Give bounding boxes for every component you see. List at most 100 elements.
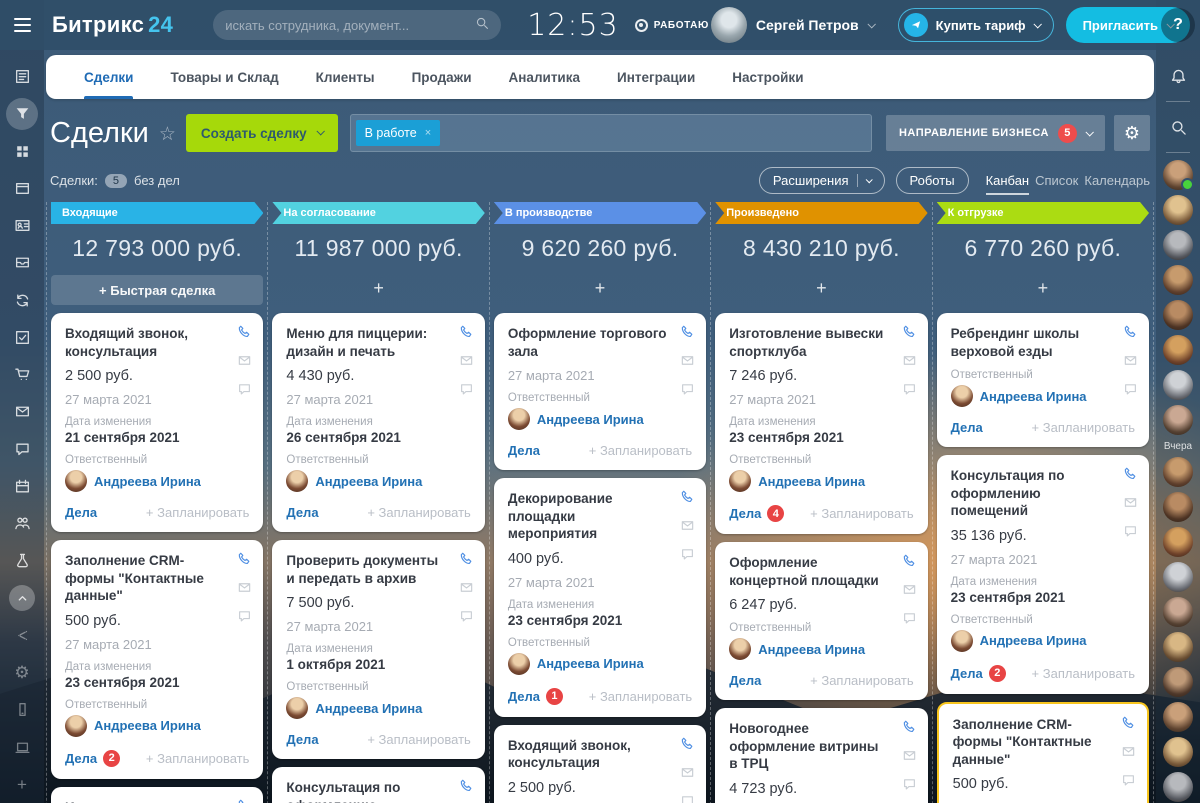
plan-activity-link[interactable]: + Запланировать [810, 673, 913, 688]
clock[interactable]: 12:53 [527, 8, 618, 43]
user-avatar[interactable] [1163, 527, 1193, 557]
deal-title[interactable]: Изготовление вывески спортклуба [729, 325, 913, 360]
column-header[interactable]: Входящие [51, 202, 263, 224]
deals-link[interactable]: Дела4 [729, 505, 784, 522]
app-logo[interactable]: Битрикс24 [52, 12, 173, 38]
deal-title[interactable]: Ребрендинг школы верховой езды [951, 325, 1135, 360]
chat-icon[interactable] [902, 611, 917, 631]
plan-activity-link[interactable]: + Запланировать [589, 443, 692, 458]
mail-icon[interactable] [680, 353, 695, 373]
chat-icon[interactable] [459, 382, 474, 402]
user-avatar[interactable] [1163, 562, 1193, 592]
add-card-button[interactable]: + [937, 275, 1149, 305]
deal-title[interactable]: Оформление концертной площадки [729, 554, 913, 589]
user-avatar[interactable] [1163, 335, 1193, 365]
phone-icon[interactable] [1121, 715, 1136, 735]
deals-link[interactable]: Дела [951, 420, 983, 435]
chat-icon[interactable] [1123, 382, 1138, 402]
nav-tab[interactable]: Сделки [84, 55, 133, 99]
user-avatar[interactable] [1163, 702, 1193, 732]
chat-icon[interactable] [459, 609, 474, 629]
phone-icon[interactable] [680, 489, 695, 509]
deals-link[interactable]: Дела2 [65, 750, 120, 767]
mail-icon[interactable] [1123, 353, 1138, 373]
mail-icon[interactable] [1123, 495, 1138, 515]
responsible-name[interactable]: Андреева Ирина [758, 642, 865, 657]
deal-title[interactable]: Консультация по оформлению помещений [951, 467, 1135, 520]
add-card-button[interactable]: + [715, 275, 927, 305]
phone-icon[interactable] [459, 324, 474, 344]
responsible-name[interactable]: Андреева Ирина [758, 474, 865, 489]
deal-title[interactable]: Декорирование площадки мероприятия [508, 490, 692, 543]
mail-icon[interactable] [902, 582, 917, 602]
deals-link[interactable]: Дела [286, 505, 318, 520]
mail-icon[interactable] [902, 353, 917, 373]
responsible-name[interactable]: Андреева Ирина [315, 474, 422, 489]
nav-tab[interactable]: Продажи [412, 55, 472, 99]
sidebar-icon-lab[interactable] [0, 542, 44, 579]
nav-tab[interactable]: Интеграции [617, 55, 695, 99]
settings-gear-button[interactable]: ⚙ [1114, 115, 1150, 151]
user-avatar[interactable] [1163, 632, 1193, 662]
user-avatar[interactable] [1163, 195, 1193, 225]
phone-icon[interactable] [237, 798, 252, 803]
deal-card[interactable]: Оформление торгового зала27 марта 2021От… [494, 313, 706, 470]
chat-icon[interactable] [902, 382, 917, 402]
view-tab[interactable]: Список [1035, 173, 1078, 193]
deal-title[interactable]: Заполнение CRM-формы "Контактные данные" [953, 716, 1133, 769]
deals-link[interactable]: Дела [729, 673, 761, 688]
deal-title[interactable]: Входящий звонок, консультация [65, 325, 249, 360]
sidebar-icon-contacts[interactable] [0, 207, 44, 244]
mail-icon[interactable] [1121, 744, 1136, 764]
user-avatar[interactable] [1163, 457, 1193, 487]
column-header[interactable]: Произведено [715, 202, 927, 224]
filter-search-field[interactable]: В работе × [350, 114, 872, 152]
deal-card[interactable]: Новогоднее оформление витрины в ТРЦ4 723… [715, 708, 927, 803]
mail-icon[interactable] [680, 518, 695, 538]
plan-activity-link[interactable]: + Запланировать [367, 732, 470, 747]
sidebar-icon-mail[interactable] [0, 393, 44, 430]
view-tab[interactable]: Календарь [1084, 173, 1150, 193]
responsible-name[interactable]: Андреева Ирина [315, 701, 422, 716]
close-icon[interactable]: × [425, 127, 431, 139]
phone-icon[interactable] [902, 324, 917, 344]
notifications-bell-icon[interactable] [1156, 58, 1200, 94]
chat-icon[interactable] [1121, 773, 1136, 793]
chat-icon[interactable] [237, 382, 252, 402]
people-search-icon[interactable] [1156, 109, 1200, 145]
deal-title[interactable]: Новогоднее оформление витрины в ТРЦ [729, 720, 913, 773]
hamburger-menu-icon[interactable] [0, 0, 44, 50]
user-avatar[interactable] [1163, 737, 1193, 767]
deal-card[interactable]: Заполнение CRM-формы "Контактные данные"… [51, 540, 263, 779]
user-avatar[interactable] [1163, 160, 1193, 190]
responsible-name[interactable]: Андреева Ирина [537, 412, 644, 427]
plan-activity-link[interactable]: + Запланировать [367, 505, 470, 520]
sidebar-icon-calendar[interactable] [0, 468, 44, 505]
user-avatar[interactable] [1163, 492, 1193, 522]
sidebar-icon-documents[interactable] [0, 244, 44, 281]
deals-link[interactable]: Дела [65, 505, 97, 520]
work-status-toggle[interactable]: РАБОТАЮ [635, 19, 709, 32]
plan-activity-link[interactable]: + Запланировать [146, 505, 249, 520]
sidebar-icon-sites[interactable] [0, 170, 44, 207]
mail-icon[interactable] [237, 580, 252, 600]
chat-icon[interactable] [680, 547, 695, 567]
mail-icon[interactable] [459, 580, 474, 600]
phone-icon[interactable] [1123, 466, 1138, 486]
responsible-name[interactable]: Андреева Ирина [94, 718, 201, 733]
responsible-name[interactable]: Андреева Ирина [980, 633, 1087, 648]
sidebar-icon-add[interactable]: + [0, 766, 44, 803]
business-direction-button[interactable]: НАПРАВЛЕНИЕ БИЗНЕСА 5 [886, 115, 1105, 151]
sidebar-icon-cart[interactable] [0, 356, 44, 393]
chat-icon[interactable] [1123, 524, 1138, 544]
deal-card[interactable]: Декорирование площадки мероприятия400 ру… [494, 478, 706, 717]
responsible-name[interactable]: Андреева Ирина [980, 389, 1087, 404]
user-menu[interactable]: Сергей Петров [711, 7, 874, 43]
view-tab[interactable]: Канбан [986, 173, 1030, 195]
deal-title[interactable]: Входящий звонок, консультация [508, 737, 692, 772]
deal-card[interactable]: Ребрендинг школы верховой ездыОтветствен… [937, 313, 1149, 447]
responsible-name[interactable]: Андреева Ирина [537, 656, 644, 671]
deal-card[interactable]: Изготовление вывески спортклуба7 246 руб… [51, 787, 263, 803]
deal-card[interactable]: Проверить документы и передать в архив7 … [272, 540, 484, 759]
user-avatar[interactable] [1163, 667, 1193, 697]
